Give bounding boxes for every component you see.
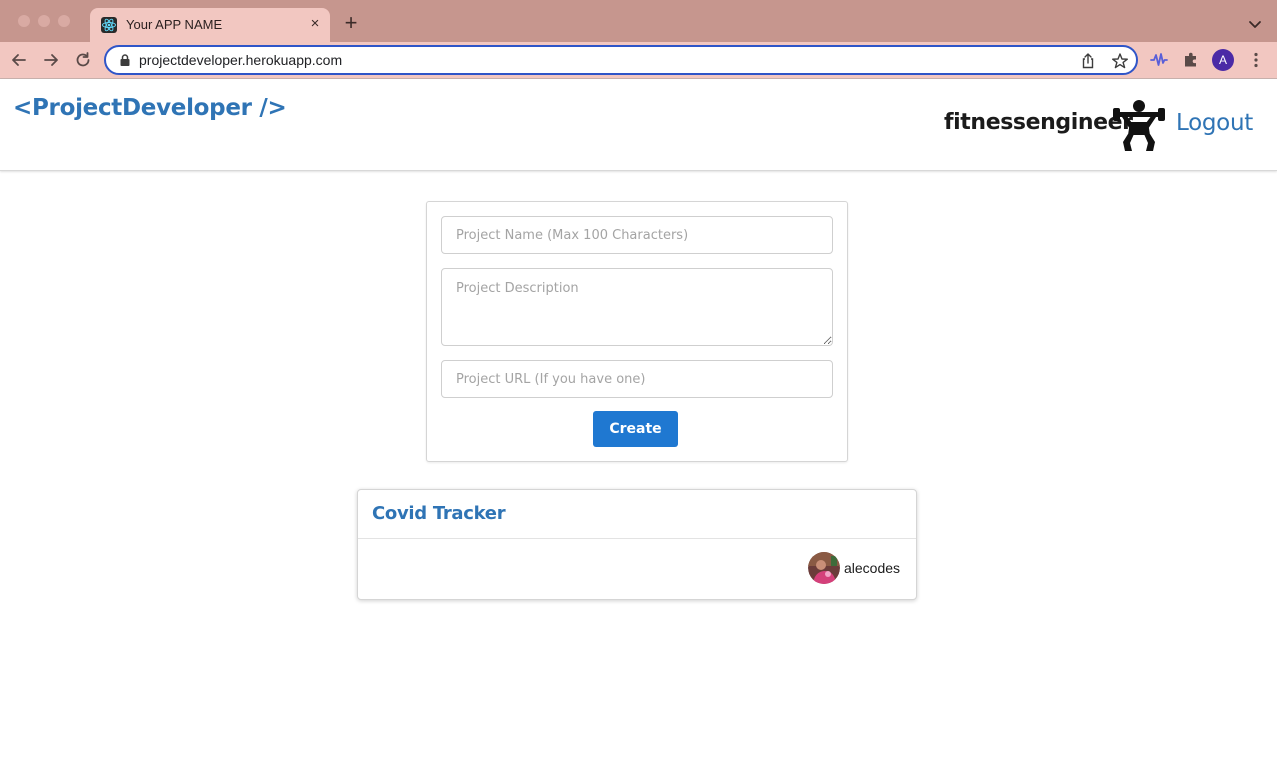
react-favicon-icon [101,17,117,33]
zoom-window-dot[interactable] [58,15,70,27]
back-icon[interactable] [9,50,29,70]
forward-icon[interactable] [41,50,61,70]
profile-avatar[interactable]: A [1212,49,1234,71]
project-description-input[interactable] [441,268,833,346]
project-name-input[interactable] [441,216,833,254]
share-icon[interactable] [1079,52,1097,70]
browser-toolbar: projectdeveloper.herokuapp.com A [0,42,1277,78]
bookmark-star-icon[interactable] [1111,52,1129,70]
tab-close-icon[interactable]: × [306,15,324,33]
minimize-window-dot[interactable] [38,15,50,27]
project-card: Covid Tracker alecodes [357,489,917,600]
browser-tab[interactable]: Your APP NAME × [90,8,330,42]
address-bar[interactable]: projectdeveloper.herokuapp.com [104,45,1138,75]
url-text[interactable]: projectdeveloper.herokuapp.com [139,52,342,68]
create-button[interactable]: Create [593,411,678,447]
tab-title: Your APP NAME [126,17,223,32]
project-title-link[interactable]: Covid Tracker [372,503,506,524]
new-tab-icon[interactable]: + [340,12,362,34]
lock-icon[interactable] [118,53,132,67]
chevron-down-icon[interactable] [1245,14,1265,34]
project-url-input[interactable] [441,360,833,398]
card-divider [358,538,916,539]
app-navbar: <ProjectDeveloper /> fitnessengineer Log… [0,79,1277,171]
username: fitnessengineer [944,110,1133,135]
extension-wave-icon[interactable] [1149,50,1169,70]
reload-icon[interactable] [73,50,93,70]
create-project-form: Create [426,201,848,462]
puzzle-icon[interactable] [1181,50,1201,70]
close-window-dot[interactable] [18,15,30,27]
kebab-menu-icon[interactable] [1246,50,1266,70]
brand-link[interactable]: <ProjectDeveloper /> [13,95,287,121]
browser-titlebar: Your APP NAME × + [0,0,1277,42]
weightlifter-icon [1113,100,1165,151]
author-name: alecodes [844,560,901,576]
logout-link[interactable]: Logout [1176,110,1253,136]
author-avatar[interactable] [808,552,840,584]
